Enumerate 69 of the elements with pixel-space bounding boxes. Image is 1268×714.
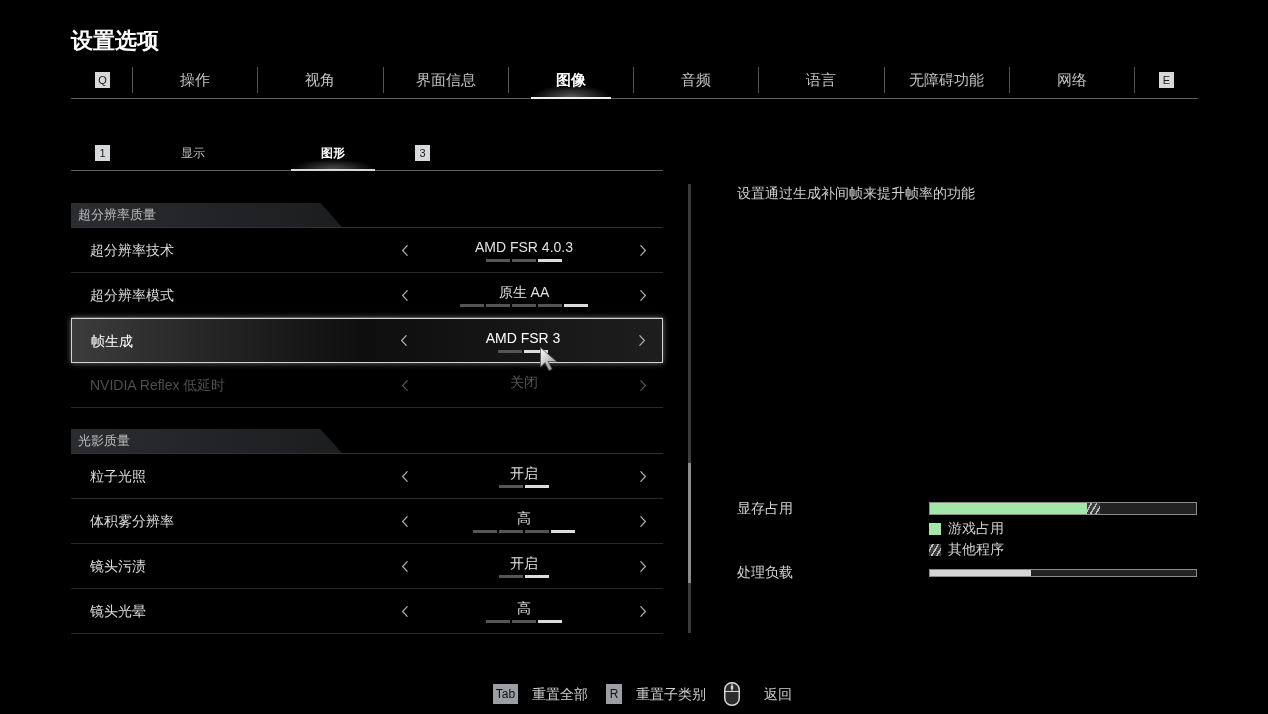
legend-label: 游戏占用: [948, 519, 1004, 538]
chevron-left-icon[interactable]: [402, 244, 408, 256]
sub-tab[interactable]: 图形: [263, 139, 403, 171]
chevron-left-icon[interactable]: [402, 470, 408, 482]
setting-label: 镜头污渍: [90, 557, 146, 575]
meter-label: 显存占用: [737, 499, 793, 518]
keyboard-key: 3: [415, 145, 430, 161]
setting-row[interactable]: 粒子光照 开启: [71, 454, 663, 499]
setting-label: 帧生成: [91, 331, 133, 350]
pointer-cursor-icon: [540, 347, 557, 371]
mouse-icon: [724, 682, 741, 706]
tab[interactable]: 网络: [1009, 67, 1134, 99]
setting-row[interactable]: 超分辨率技术 AMD FSR 4.0.3: [71, 228, 663, 273]
tab[interactable]: 语言: [759, 67, 884, 99]
legend-swatch-icon: [929, 543, 941, 556]
legend-label: 其他程序: [948, 540, 1004, 559]
page-title: 设置选项: [71, 28, 159, 54]
setting-value: 原生 AA: [498, 283, 550, 301]
keyboard-key: Tab: [492, 684, 519, 704]
meter-label: 处理负载: [737, 563, 793, 582]
chevron-right-icon[interactable]: [640, 244, 646, 256]
setting-value: 开启: [510, 464, 538, 482]
setting-row[interactable]: 帧生成 AMD FSR 3: [71, 318, 663, 363]
section-header: 超分辨率质量: [71, 203, 342, 227]
setting-label: 体积雾分辨率: [90, 512, 174, 530]
setting-row[interactable]: 体积雾分辨率 高: [71, 499, 663, 544]
setting-label: 超分辨率模式: [90, 286, 174, 304]
sub-tab[interactable]: 显示: [123, 139, 263, 171]
hint-label: 重置全部: [532, 685, 589, 704]
hint-label: 返回: [764, 685, 793, 704]
keyboard-key: 1: [95, 145, 110, 161]
keyboard-key: E: [1159, 72, 1174, 88]
setting-label: 超分辨率技术: [90, 241, 174, 259]
setting-label: 镜头光晕: [90, 602, 146, 620]
setting-label: NVIDIA Reflex 低延时: [90, 376, 226, 394]
hint-label: 重置子类别: [636, 685, 707, 704]
tab[interactable]: 界面信息: [383, 67, 508, 99]
tab[interactable]: 无障碍功能: [884, 67, 1009, 99]
setting-value: AMD FSR 3: [485, 328, 561, 347]
setting-value: AMD FSR 4.0.3: [475, 238, 573, 256]
chevron-left-icon[interactable]: [401, 335, 407, 346]
chevron-right-icon[interactable]: [640, 289, 646, 301]
chevron-right-icon[interactable]: [640, 470, 646, 482]
scrollbar-thumb[interactable]: [688, 463, 691, 583]
tab[interactable]: 图像: [508, 67, 633, 99]
chevron-right-icon[interactable]: [639, 335, 645, 346]
setting-description: 设置通过生成补间帧来提升帧率的功能: [737, 184, 976, 202]
setting-value: 高: [517, 599, 531, 617]
setting-value: 关闭: [510, 373, 538, 391]
setting-value: 开启: [510, 554, 538, 572]
tab[interactable]: 操作: [133, 67, 258, 99]
chevron-left-icon[interactable]: [402, 605, 408, 617]
tab[interactable]: 音频: [634, 67, 759, 99]
scrollbar[interactable]: [688, 184, 691, 633]
chevron-left-icon[interactable]: [402, 515, 408, 527]
chevron-right-icon[interactable]: [640, 515, 646, 527]
keyboard-key: Q: [95, 72, 110, 88]
chevron-left-icon[interactable]: [402, 560, 408, 572]
chevron-right-icon[interactable]: [640, 560, 646, 572]
setting-row[interactable]: 镜头污渍 开启: [71, 544, 663, 589]
section-header: 光影质量: [71, 429, 342, 453]
setting-row[interactable]: 镜头光晕 高: [71, 589, 663, 634]
chevron-left-icon[interactable]: [402, 289, 408, 301]
setting-value: 高: [517, 509, 531, 527]
tab[interactable]: 视角: [258, 67, 383, 99]
chevron-right-icon[interactable]: [640, 605, 646, 617]
keyboard-key: R: [606, 684, 623, 704]
legend-swatch-icon: [929, 522, 941, 535]
setting-label: 粒子光照: [90, 467, 146, 485]
